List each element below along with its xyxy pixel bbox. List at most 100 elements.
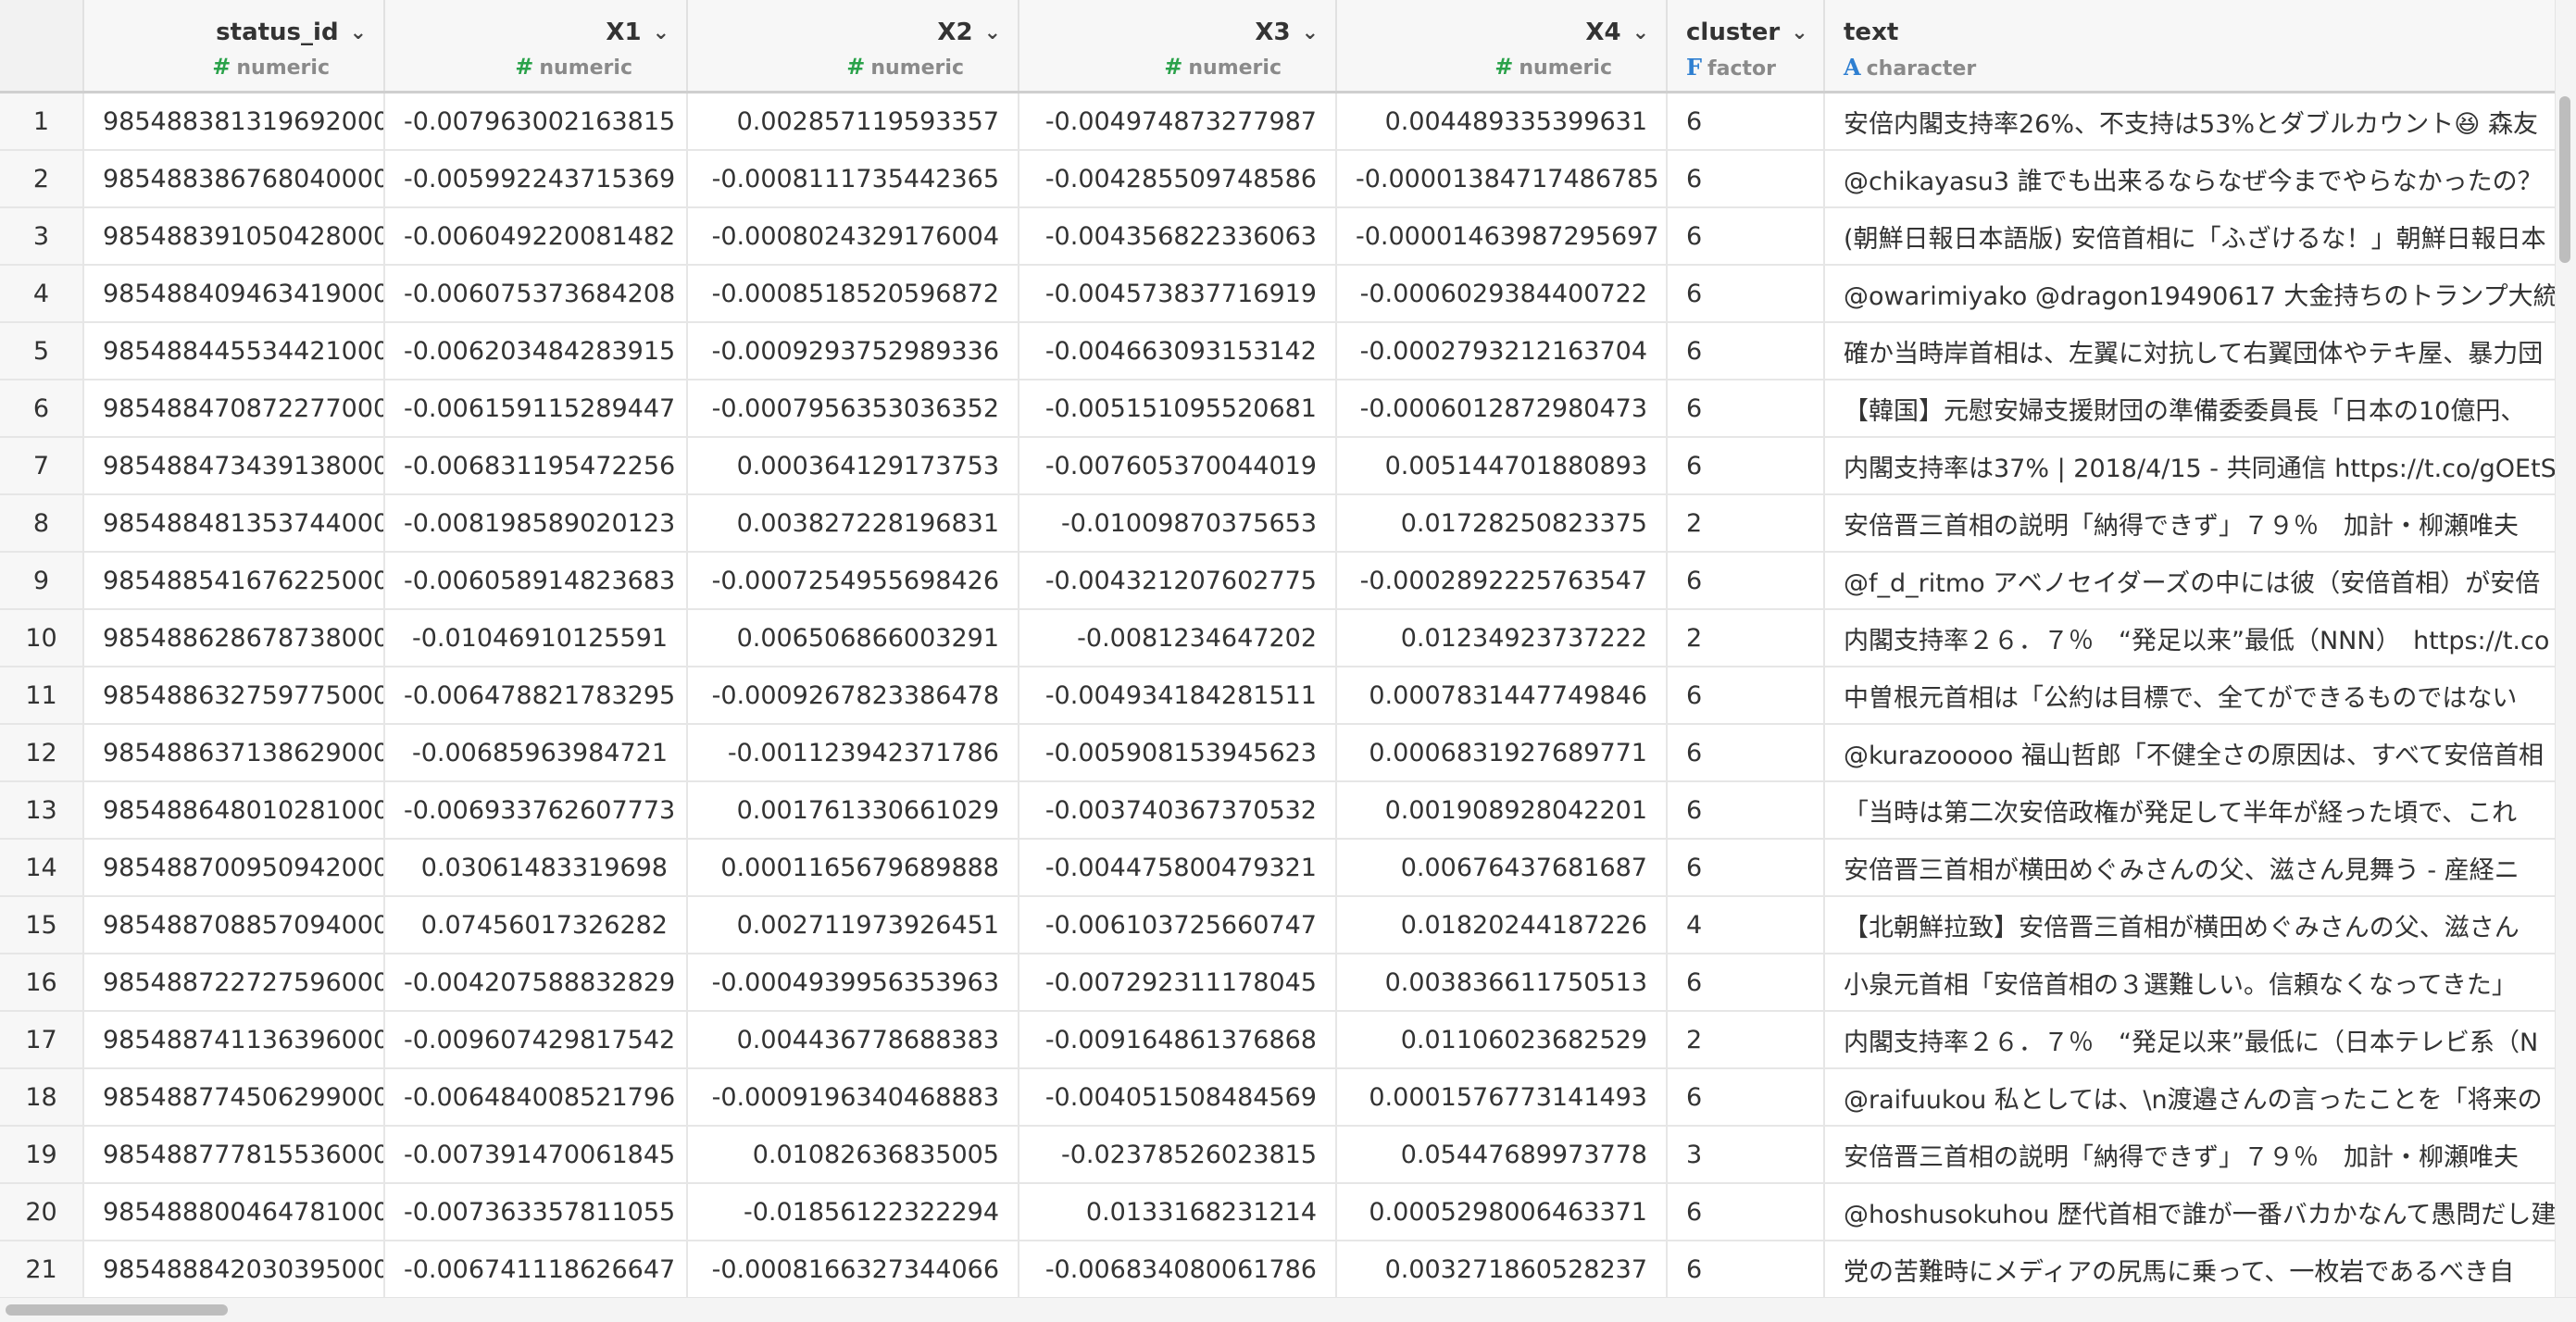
x4-cell[interactable]: 0.0005298006463371 — [1336, 1183, 1668, 1241]
table-row[interactable]: 15 985488708857094000 0.07456017326282 0.00… — [0, 896, 2556, 954]
status-id-cell[interactable]: 985488628678738000 — [83, 609, 385, 667]
status-id-cell[interactable]: 985488722727596000 — [83, 954, 385, 1012]
cluster-cell[interactable]: 6 — [1667, 207, 1825, 266]
text-cell[interactable]: 確か当時岸首相は、左翼に対抗して右翼団体やテキ屋、暴力団 — [1824, 322, 2556, 380]
x2-cell[interactable]: -0.0004939956353963 — [687, 954, 1019, 1012]
status-id-cell[interactable]: 985488386768040000 — [83, 150, 385, 208]
horizontal-scrollbar[interactable] — [0, 1297, 2576, 1322]
x1-cell[interactable]: 0.07456017326282 — [384, 896, 688, 954]
status-id-cell[interactable]: 985488445534421000 — [83, 322, 385, 380]
table-row[interactable]: 6 985488470872277000 -0.006159115289447 -0.… — [0, 380, 2556, 438]
x4-cell[interactable]: 0.005144701880893 — [1336, 437, 1668, 495]
vertical-scrollbar[interactable] — [2555, 0, 2576, 1298]
x3-cell[interactable]: -0.004663093153142 — [1019, 322, 1337, 380]
x3-cell[interactable]: -0.007292311178045 — [1019, 954, 1337, 1012]
text-cell[interactable]: 内閣支持率２６．７％ “発足以来”最低に（日本テレビ系（N — [1824, 1011, 2556, 1069]
x3-cell[interactable]: -0.02378526023815 — [1019, 1126, 1337, 1184]
cluster-cell[interactable]: 4 — [1667, 896, 1825, 954]
x4-cell[interactable]: 0.01234923737222 — [1336, 609, 1668, 667]
horizontal-scrollbar-thumb[interactable] — [6, 1304, 228, 1316]
status-id-cell[interactable]: 985488648010281000 — [83, 781, 385, 840]
x3-cell[interactable]: -0.004051508484569 — [1019, 1068, 1337, 1127]
x4-cell[interactable]: -0.0006012872980473 — [1336, 380, 1668, 438]
x4-cell[interactable]: 0.003836611750513 — [1336, 954, 1668, 1012]
x2-cell[interactable]: -0.0009293752989336 — [687, 322, 1019, 380]
text-cell[interactable]: 安倍晋三首相の説明「納得できず」７９％ 加計・柳瀬唯夫 — [1824, 494, 2556, 553]
cluster-cell[interactable]: 6 — [1667, 322, 1825, 380]
status-id-cell[interactable]: 985488391050428000 — [83, 207, 385, 266]
x1-cell[interactable]: -0.006058914823683 — [384, 552, 688, 610]
text-cell[interactable]: 【韓国】元慰安婦支援財団の準備委委員長「日本の10億円、 — [1824, 380, 2556, 438]
x3-cell[interactable]: 0.0133168231214 — [1019, 1183, 1337, 1241]
x1-cell[interactable]: -0.007963002163815 — [384, 92, 688, 151]
column-header-x4[interactable]: X4 ⌄ # numeric — [1336, 0, 1668, 94]
x4-cell[interactable]: -0.0006029384400722 — [1336, 265, 1668, 323]
x4-cell[interactable]: -0.0002793212163704 — [1336, 322, 1668, 380]
x4-cell[interactable]: 0.0001576773141493 — [1336, 1068, 1668, 1127]
status-id-cell[interactable]: 985488632759775000 — [83, 667, 385, 725]
cluster-cell[interactable]: 6 — [1667, 839, 1825, 897]
table-row[interactable]: 8 985488481353744000 -0.008198589020123 0.0… — [0, 494, 2556, 553]
x4-cell[interactable]: -0.0002892225763547 — [1336, 552, 1668, 610]
status-id-cell[interactable]: 985488381319692000 — [83, 92, 385, 151]
x2-cell[interactable]: 0.006506866003291 — [687, 609, 1019, 667]
chevron-down-icon[interactable]: ⌄ — [984, 21, 1001, 44]
text-cell[interactable]: 安倍晋三首相が横田めぐみさんの父、滋さん見舞う - 産経ニ — [1824, 839, 2556, 897]
column-header-cluster[interactable]: cluster ⌄ Ffactor — [1667, 0, 1825, 94]
x4-cell[interactable]: 0.05447689973778 — [1336, 1126, 1668, 1184]
table-row[interactable]: 1 985488381319692000 -0.007963002163815 0.0… — [0, 92, 2556, 151]
text-cell[interactable]: 内閣支持率２６．７％ “発足以来”最低（NNN） https://t.co — [1824, 609, 2556, 667]
x1-cell[interactable]: -0.008198589020123 — [384, 494, 688, 553]
x4-cell[interactable]: 0.001908928042201 — [1336, 781, 1668, 840]
text-cell[interactable]: 「当時は第二次安倍政権が発足して半年が経った頃で、これ — [1824, 781, 2556, 840]
x3-cell[interactable]: -0.004573837716919 — [1019, 265, 1337, 323]
x3-cell[interactable]: -0.007605370044019 — [1019, 437, 1337, 495]
x1-cell[interactable]: -0.005992243715369 — [384, 150, 688, 208]
status-id-cell[interactable]: 985488473439138000 — [83, 437, 385, 495]
cluster-cell[interactable]: 6 — [1667, 150, 1825, 208]
text-cell[interactable]: 内閣支持率は37% | 2018/4/15 - 共同通信 https://t.c… — [1824, 437, 2556, 495]
x3-cell[interactable]: -0.004974873277987 — [1019, 92, 1337, 151]
x2-cell[interactable]: -0.0009196340468883 — [687, 1068, 1019, 1127]
text-cell[interactable]: 【北朝鮮拉致】安倍晋三首相が横田めぐみさんの父、滋さん — [1824, 896, 2556, 954]
x3-cell[interactable]: -0.006834080061786 — [1019, 1241, 1337, 1298]
chevron-down-icon[interactable]: ⌄ — [1632, 21, 1649, 44]
cluster-cell[interactable]: 6 — [1667, 667, 1825, 725]
text-cell[interactable]: @chikayasu3 誰でも出来るならなぜ今までやらなかったの？ — [1824, 150, 2556, 208]
x4-cell[interactable]: 0.003271860528237 — [1336, 1241, 1668, 1298]
cluster-cell[interactable]: 3 — [1667, 1126, 1825, 1184]
x2-cell[interactable]: 0.0001165679689888 — [687, 839, 1019, 897]
status-id-cell[interactable]: 985488481353744000 — [83, 494, 385, 553]
x1-cell[interactable]: -0.007363357811055 — [384, 1183, 688, 1241]
status-id-cell[interactable]: 985488777815536000 — [83, 1126, 385, 1184]
x2-cell[interactable]: -0.0007254955698426 — [687, 552, 1019, 610]
status-id-cell[interactable]: 985488842030395000 — [83, 1241, 385, 1298]
x2-cell[interactable]: 0.001761330661029 — [687, 781, 1019, 840]
table-row[interactable]: 13 985488648010281000 -0.006933762607773 0.… — [0, 781, 2556, 840]
table-row[interactable]: 7 985488473439138000 -0.006831195472256 0.0… — [0, 437, 2556, 495]
status-id-cell[interactable]: 985488741136396000 — [83, 1011, 385, 1069]
cluster-cell[interactable]: 6 — [1667, 265, 1825, 323]
status-id-cell[interactable]: 985488708857094000 — [83, 896, 385, 954]
x3-cell[interactable]: -0.0081234647202 — [1019, 609, 1337, 667]
x2-cell[interactable]: -0.0009267823386478 — [687, 667, 1019, 725]
column-header-x2[interactable]: X2 ⌄ # numeric — [687, 0, 1019, 94]
x2-cell[interactable]: 0.002711973926451 — [687, 896, 1019, 954]
chevron-down-icon[interactable]: ⌄ — [1791, 21, 1807, 44]
cluster-cell[interactable]: 2 — [1667, 609, 1825, 667]
x3-cell[interactable]: -0.006103725660747 — [1019, 896, 1337, 954]
x1-cell[interactable]: 0.03061483319698 — [384, 839, 688, 897]
vertical-scrollbar-thumb[interactable] — [2559, 96, 2570, 263]
text-cell[interactable]: 小泉元首相「安倍首相の３選難しい。信頼なくなってきた」 — [1824, 954, 2556, 1012]
text-cell[interactable]: 党の苦難時にメディアの尻馬に乗って、一枚岩であるべき自 — [1824, 1241, 2556, 1298]
x1-cell[interactable]: -0.009607429817542 — [384, 1011, 688, 1069]
table-row[interactable]: 4 985488409463419000 -0.006075373684208 -0.… — [0, 265, 2556, 323]
x1-cell[interactable]: -0.004207588832829 — [384, 954, 688, 1012]
table-row[interactable]: 18 985488774506299000 -0.006484008521796 -0… — [0, 1068, 2556, 1127]
x3-cell[interactable]: -0.003740367370532 — [1019, 781, 1337, 840]
table-row[interactable]: 5 985488445534421000 -0.006203484283915 -0.… — [0, 322, 2556, 380]
column-header-x3[interactable]: X3 ⌄ # numeric — [1019, 0, 1337, 94]
text-cell[interactable]: (朝鮮日報日本語版) 安倍首相に「ふざけるな！」朝鮮日報日本 — [1824, 207, 2556, 266]
x4-cell[interactable]: -0.00001463987295697 — [1336, 207, 1668, 266]
cluster-cell[interactable]: 6 — [1667, 781, 1825, 840]
